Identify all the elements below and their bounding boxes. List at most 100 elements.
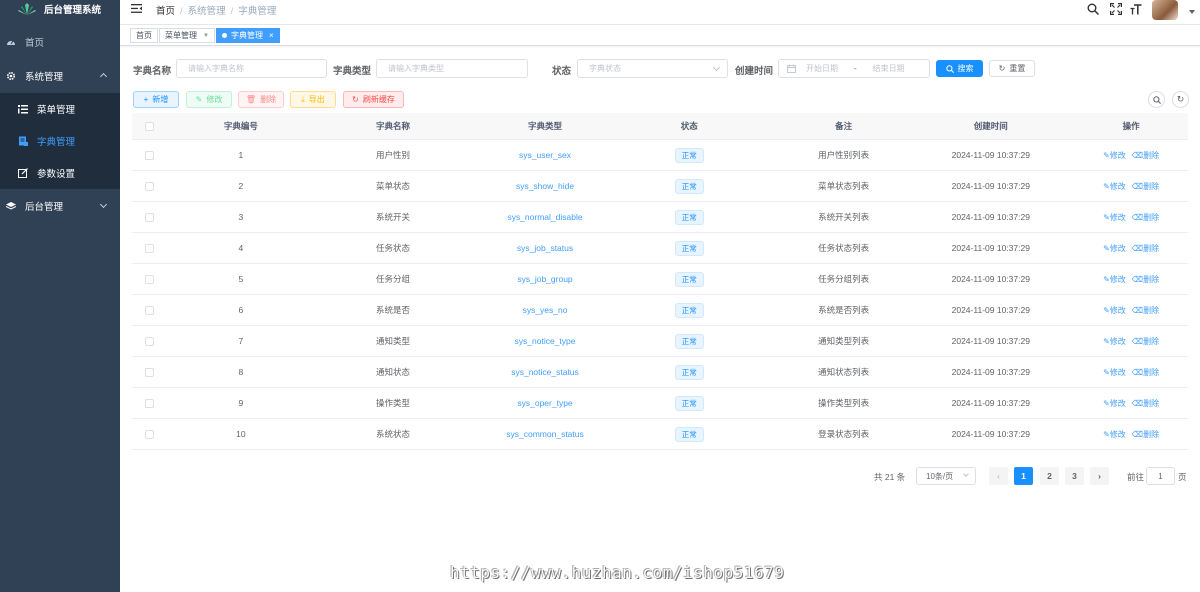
toggle-search-button[interactable] bbox=[1148, 91, 1165, 108]
chevron-down-icon bbox=[712, 63, 721, 72]
row-checkbox[interactable] bbox=[145, 398, 155, 408]
row-delete-button[interactable]: ⌫删除 bbox=[1132, 182, 1159, 191]
row-edit-button[interactable]: ✎修改 bbox=[1103, 306, 1126, 315]
end-date-placeholder[interactable]: 结束日期 bbox=[873, 63, 905, 74]
row-delete-button[interactable]: ⌫删除 bbox=[1132, 430, 1159, 439]
row-checkbox[interactable] bbox=[145, 212, 155, 222]
tag-menu-manage[interactable]: 菜单管理 ▼ bbox=[159, 28, 215, 43]
page-2-button[interactable]: 2 bbox=[1040, 467, 1059, 485]
status-label: 状态 bbox=[552, 66, 572, 77]
dict-type-label: 字典类型 bbox=[333, 66, 372, 77]
page-1-button[interactable]: 1 bbox=[1014, 467, 1033, 485]
table-row: 10 系统状态 sys_common_status 正常 登录状态列表 2024-11-0… bbox=[132, 419, 1188, 450]
select-all-checkbox[interactable] bbox=[145, 121, 155, 131]
cell-dict-type-link[interactable]: sys_job_status bbox=[471, 243, 618, 253]
row-delete-button[interactable]: ⌫删除 bbox=[1132, 399, 1159, 408]
cell-dict-type-link[interactable]: sys_oper_type bbox=[471, 398, 618, 408]
tag-dict-manage[interactable]: 字典管理 × bbox=[216, 28, 280, 43]
row-delete-button[interactable]: ⌫删除 bbox=[1132, 337, 1159, 346]
breadcrumb-home[interactable]: 首页 bbox=[156, 6, 175, 17]
row-delete-button[interactable]: ⌫删除 bbox=[1132, 244, 1159, 253]
sidebar-item-backend[interactable]: 后台管理 bbox=[0, 189, 120, 223]
status-badge: 正常 bbox=[674, 240, 704, 256]
add-button[interactable]: + 新增 bbox=[133, 91, 179, 108]
row-edit-button[interactable]: ✎修改 bbox=[1103, 337, 1126, 346]
refresh-table-button[interactable]: ↻ bbox=[1172, 91, 1189, 108]
search-icon[interactable] bbox=[1087, 3, 1099, 15]
row-checkbox[interactable] bbox=[145, 367, 155, 377]
reset-button[interactable]: ↻ 重置 bbox=[989, 60, 1035, 77]
dict-type-input[interactable]: 请输入字典类型 bbox=[376, 59, 528, 78]
row-checkbox[interactable] bbox=[145, 305, 155, 315]
dict-name-input[interactable]: 请输入字典名称 bbox=[176, 59, 327, 78]
cell-remark: 任务状态列表 bbox=[818, 243, 870, 253]
row-delete-button[interactable]: ⌫删除 bbox=[1132, 213, 1159, 222]
search-button[interactable]: 搜索 bbox=[936, 60, 983, 77]
cell-dict-type-link[interactable]: sys_notice_status bbox=[471, 367, 618, 377]
row-edit-button[interactable]: ✎修改 bbox=[1103, 182, 1126, 191]
row-edit-button[interactable]: ✎修改 bbox=[1103, 213, 1126, 222]
goto-page-input[interactable]: 1 bbox=[1146, 467, 1175, 485]
header-remark: 备注 bbox=[835, 121, 853, 131]
sidebar-item-system[interactable]: 系统管理 bbox=[0, 59, 120, 93]
avatar[interactable] bbox=[1152, 0, 1178, 20]
table-row: 3 系统开关 sys_normal_disable 正常 系统开关列表 2024-11-0… bbox=[132, 202, 1188, 233]
cell-dict-type-link[interactable]: sys_yes_no bbox=[471, 305, 618, 315]
row-checkbox[interactable] bbox=[145, 243, 155, 253]
cell-dict-type-link[interactable]: sys_notice_type bbox=[471, 336, 618, 346]
close-icon[interactable]: × bbox=[269, 31, 274, 40]
row-edit-button[interactable]: ✎修改 bbox=[1103, 430, 1126, 439]
cell-actions: ✎修改 ⌫删除 bbox=[1074, 429, 1188, 440]
start-date-placeholder[interactable]: 开始日期 bbox=[806, 63, 838, 74]
sidebar-item-params[interactable]: 参数设置 bbox=[0, 157, 120, 189]
row-checkbox[interactable] bbox=[145, 150, 155, 160]
status-select[interactable]: 字典状态 bbox=[577, 59, 728, 78]
sidebar-item-menu-manage[interactable]: 菜单管理 bbox=[0, 93, 120, 125]
edit-label: 修改 bbox=[1109, 367, 1126, 377]
row-edit-button[interactable]: ✎修改 bbox=[1103, 244, 1126, 253]
export-button[interactable]: ⤓ 导出 bbox=[290, 91, 336, 108]
prev-page-button[interactable]: ‹ bbox=[989, 467, 1008, 485]
cell-dict-type-link[interactable]: sys_job_group bbox=[471, 274, 618, 284]
fullscreen-icon[interactable] bbox=[1110, 3, 1122, 15]
row-edit-button[interactable]: ✎修改 bbox=[1103, 275, 1126, 284]
row-edit-button[interactable]: ✎修改 bbox=[1103, 368, 1126, 377]
row-delete-button[interactable]: ⌫删除 bbox=[1132, 151, 1159, 160]
hamburger-icon[interactable] bbox=[131, 4, 142, 13]
chevron-down-icon bbox=[99, 200, 108, 209]
next-page-button[interactable]: › bbox=[1090, 467, 1109, 485]
app-title: 后台管理系统 bbox=[44, 4, 102, 16]
caret-down-icon[interactable] bbox=[1189, 10, 1195, 14]
row-checkbox[interactable] bbox=[145, 429, 155, 439]
cell-dict-type-link[interactable]: sys_show_hide bbox=[471, 181, 618, 191]
tag-home[interactable]: 首页 bbox=[130, 28, 158, 43]
delete-button[interactable]: 🗑 删除 bbox=[238, 91, 284, 108]
row-checkbox[interactable] bbox=[145, 274, 155, 284]
row-checkbox-cell bbox=[132, 398, 167, 408]
font-size-icon[interactable] bbox=[1130, 3, 1142, 15]
cell-dict-type-link[interactable]: sys_normal_disable bbox=[471, 212, 618, 222]
cell-status: 正常 bbox=[619, 209, 760, 225]
sidebar-item-home[interactable]: 首页 bbox=[0, 25, 120, 59]
edit-button[interactable]: ✎ 修改 bbox=[186, 91, 232, 108]
row-delete-button[interactable]: ⌫删除 bbox=[1132, 275, 1159, 284]
row-delete-button[interactable]: ⌫删除 bbox=[1132, 306, 1159, 315]
row-checkbox[interactable] bbox=[145, 181, 155, 191]
sidebar-item-dict-manage[interactable]: 字典管理 bbox=[0, 125, 120, 157]
row-checkbox-cell bbox=[132, 336, 167, 346]
page-3-button[interactable]: 3 bbox=[1065, 467, 1084, 485]
plus-icon: + bbox=[143, 95, 149, 104]
page-size-select[interactable]: 10条/页 bbox=[916, 467, 976, 485]
row-edit-button[interactable]: ✎修改 bbox=[1103, 399, 1126, 408]
cell-remark: 系统开关列表 bbox=[818, 212, 870, 222]
row-delete-button[interactable]: ⌫删除 bbox=[1132, 368, 1159, 377]
create-time-label: 创建时间 bbox=[735, 66, 774, 77]
date-range-picker[interactable]: 开始日期 - 结束日期 bbox=[778, 59, 930, 78]
cell-dict-name: 通知状态 bbox=[375, 367, 410, 377]
row-checkbox[interactable] bbox=[145, 336, 155, 346]
row-edit-button[interactable]: ✎修改 bbox=[1103, 151, 1126, 160]
refresh-cache-button[interactable]: ↻ 刷新缓存 bbox=[343, 91, 404, 108]
cell-actions: ✎修改 ⌫删除 bbox=[1074, 274, 1188, 285]
cell-dict-type-link[interactable]: sys_common_status bbox=[471, 429, 618, 439]
cell-dict-type-link[interactable]: sys_user_sex bbox=[471, 150, 618, 160]
